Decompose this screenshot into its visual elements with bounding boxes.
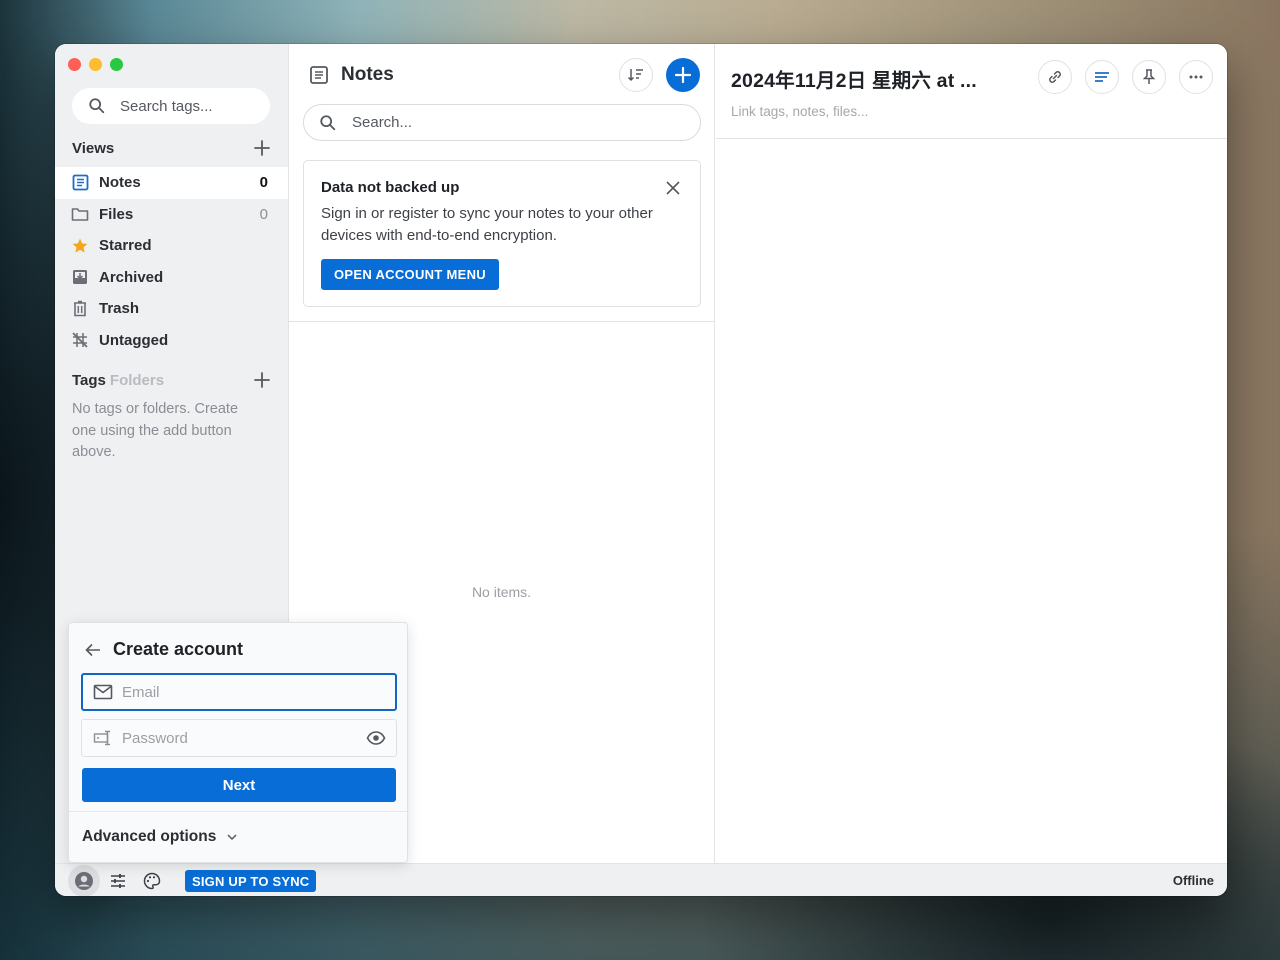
sign-up-to-sync-button[interactable]: SIGN UP TO SYNC	[185, 870, 317, 892]
views-label: Views	[72, 139, 115, 157]
sidebar-item-label: Untagged	[99, 331, 169, 349]
close-icon[interactable]	[665, 180, 681, 196]
new-note-button[interactable]	[666, 58, 700, 92]
files-count: 0	[259, 205, 268, 223]
add-tag-button[interactable]	[252, 370, 272, 390]
back-arrow-icon[interactable]	[83, 640, 103, 660]
divider	[716, 138, 1227, 139]
password-icon	[93, 730, 110, 746]
more-icon	[1189, 75, 1203, 79]
sort-icon	[627, 69, 643, 82]
notes-icon	[310, 66, 328, 84]
open-account-menu-button[interactable]: OPEN ACCOUNT MENU	[321, 259, 499, 290]
notes-header: Notes	[309, 64, 394, 86]
sidebar-item-trash[interactable]: Trash	[55, 293, 288, 325]
password-input[interactable]	[122, 729, 396, 747]
tag-search-input[interactable]: Search tags...	[72, 88, 270, 124]
sidebar-item-label: Archived	[99, 268, 164, 286]
sidebar-item-files[interactable]: Files 0	[55, 199, 288, 231]
note-title[interactable]: 2024年11月2日 星期六 at ...	[731, 64, 977, 93]
password-field[interactable]	[81, 719, 397, 757]
backup-warning-banner: Data not backed up Sign in or register t…	[303, 160, 701, 307]
advanced-options-toggle[interactable]: Advanced options	[82, 828, 239, 846]
email-field[interactable]	[81, 673, 397, 711]
pin-button[interactable]	[1132, 60, 1166, 94]
star-icon	[71, 237, 89, 255]
text-align-icon	[1095, 72, 1109, 82]
banner-text: Sign in or register to sync your notes t…	[321, 205, 653, 244]
tab-folders[interactable]: Folders	[110, 372, 164, 389]
sidebar-item-label: Files	[99, 205, 134, 223]
popover-title: Create account	[113, 639, 244, 659]
search-icon	[320, 114, 336, 130]
more-options-button[interactable]	[1179, 60, 1213, 94]
sidebar-item-archived[interactable]: Archived	[55, 262, 288, 294]
plus-icon	[254, 372, 270, 388]
app-window: Search tags... Views Notes 0 Files 0 Sta…	[55, 44, 1227, 896]
user-icon	[75, 872, 93, 890]
folder-icon	[71, 205, 89, 223]
notes-count: 0	[259, 174, 268, 192]
views-list: Notes 0 Files 0 Starred Archived Trash U…	[55, 167, 288, 356]
sidebar-item-label: Trash	[99, 300, 140, 318]
empty-list-message: No items.	[471, 584, 532, 600]
close-window-button[interactable]	[68, 58, 81, 71]
search-icon	[89, 98, 105, 114]
plus-icon	[254, 140, 270, 156]
preferences-icon[interactable]	[109, 872, 127, 890]
tags-empty-message: No tags or folders. Create one using the…	[72, 401, 239, 460]
add-view-button[interactable]	[252, 138, 272, 158]
chevron-down-icon	[227, 834, 237, 841]
sync-status: Offline	[1172, 873, 1214, 888]
divider	[69, 811, 407, 812]
archive-icon	[71, 268, 89, 286]
account-menu-button[interactable]	[68, 865, 100, 896]
maximize-window-button[interactable]	[110, 58, 123, 71]
notes-search-placeholder: Search...	[352, 114, 413, 131]
sidebar-item-label: Starred	[99, 237, 152, 255]
create-account-popover: Create account Next Advanced options	[68, 622, 408, 863]
notes-search-input[interactable]: Search...	[303, 104, 701, 141]
email-input[interactable]	[122, 683, 395, 701]
trash-icon	[71, 300, 89, 318]
advanced-options-label: Advanced options	[82, 828, 217, 845]
sidebar-item-notes[interactable]: Notes 0	[55, 167, 288, 199]
untagged-icon	[71, 331, 89, 349]
sidebar-item-label: Notes	[99, 174, 141, 192]
note-options-button[interactable]	[1085, 60, 1119, 94]
theme-palette-icon[interactable]	[143, 872, 161, 890]
editor-panel: 2024年11月2日 星期六 at ... Link tags, notes, …	[716, 44, 1227, 863]
minimize-window-button[interactable]	[89, 58, 102, 71]
sidebar-item-untagged[interactable]: Untagged	[55, 325, 288, 357]
link-tags-input[interactable]: Link tags, notes, files...	[731, 104, 868, 119]
tag-search-placeholder: Search tags...	[120, 97, 213, 115]
notes-title: Notes	[341, 64, 394, 85]
sidebar-item-starred[interactable]: Starred	[55, 230, 288, 262]
link-icon	[1049, 71, 1061, 83]
tags-header: Tags Folders	[72, 370, 272, 390]
status-bar: SIGN UP TO SYNC Offline	[55, 863, 1227, 896]
show-password-icon[interactable]	[366, 728, 386, 748]
banner-title: Data not backed up	[321, 179, 460, 196]
tab-tags[interactable]: Tags	[72, 372, 106, 389]
popover-header: Create account	[83, 639, 243, 660]
divider	[289, 321, 714, 322]
views-header: Views	[72, 138, 272, 158]
pin-icon	[1142, 69, 1156, 84]
link-button[interactable]	[1038, 60, 1072, 94]
window-controls	[68, 58, 123, 71]
next-button[interactable]: Next	[82, 768, 396, 802]
mail-icon	[93, 684, 113, 700]
sort-button[interactable]	[619, 58, 653, 92]
notes-icon	[71, 174, 89, 192]
plus-icon	[674, 66, 692, 84]
